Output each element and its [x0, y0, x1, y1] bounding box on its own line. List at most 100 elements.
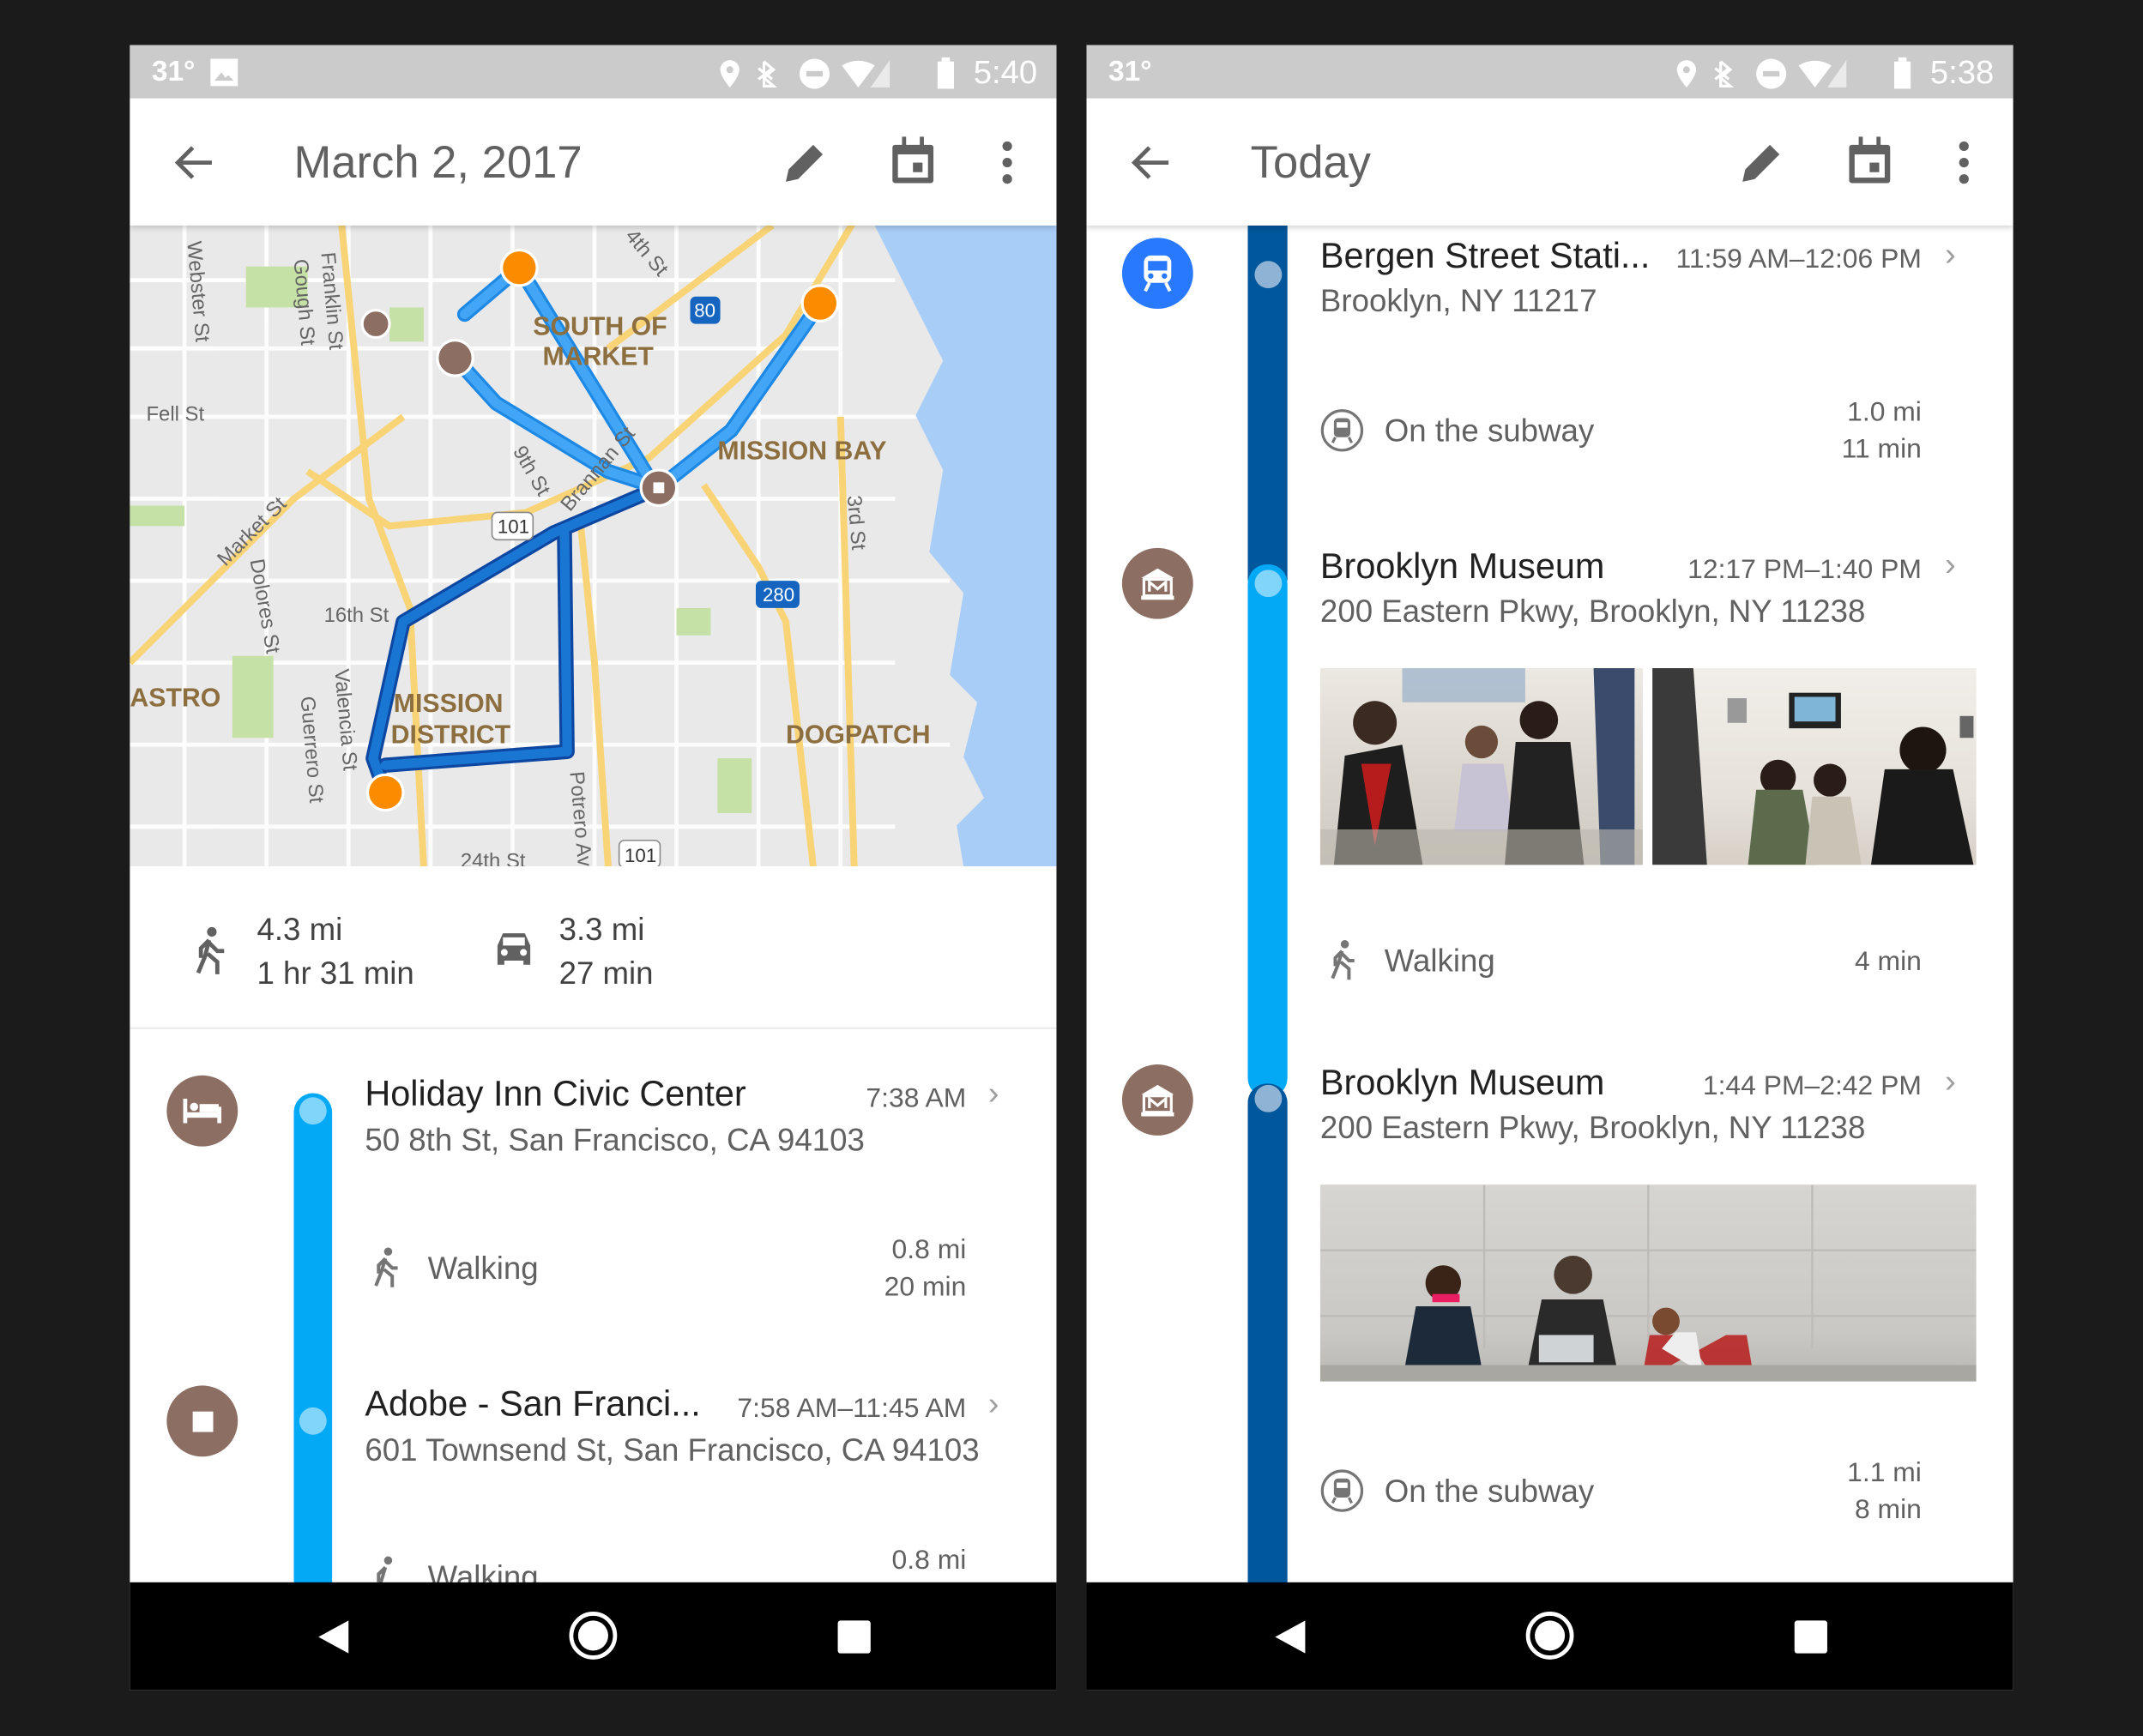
chevron-right-icon[interactable]: ›: [1945, 546, 1956, 585]
place-title: Adobe - San Franci...: [365, 1383, 701, 1425]
svg-text:80: 80: [694, 300, 715, 322]
timeline-dot: [1254, 570, 1283, 598]
map-area-label: ASTRO: [130, 684, 220, 713]
nav-back-icon[interactable]: [1272, 1618, 1307, 1656]
walking-icon: [196, 926, 225, 974]
status-icons: [1676, 58, 1847, 89]
clock: 5:38: [1929, 54, 1995, 92]
chevron-right-icon[interactable]: ›: [1945, 237, 1956, 275]
walk-distance: 4.3 mi: [257, 911, 343, 948]
map-area-label: MISSION BAY: [717, 437, 886, 465]
map-area-label: DOGPATCH: [786, 721, 931, 750]
nav-bar: [130, 1582, 1057, 1691]
hotel-icon: [166, 1075, 238, 1147]
move-label: Walking: [1384, 943, 1495, 979]
museum-icon: [1121, 547, 1193, 619]
nav-home-icon[interactable]: [567, 1610, 619, 1662]
walking-icon: [1331, 940, 1355, 980]
map-area-label: MISSION: [394, 690, 504, 718]
pencil-icon[interactable]: [782, 139, 828, 185]
move-duration: 8 min: [1854, 1494, 1922, 1525]
drive-distance: 3.3 mi: [558, 911, 645, 948]
calendar-icon[interactable]: [890, 136, 936, 185]
car-icon: [497, 933, 531, 965]
stop-icon: [166, 1385, 238, 1457]
timeline-bar: [293, 1093, 333, 1640]
map-area-label: MARKET: [542, 342, 654, 371]
move-distance: 0.8 mi: [891, 1545, 967, 1576]
timeline-dot: [299, 1407, 327, 1435]
move-duration: 4 min: [1854, 947, 1922, 978]
route-map[interactable]: SOUTH OF MARKET MISSION BAY MISSION DIST…: [130, 225, 1057, 867]
battery-icon: [937, 57, 954, 89]
timeline-bar-subway: [1247, 1083, 1288, 1631]
street-label: Fell St: [146, 403, 204, 426]
timeline-bar-walking: [1247, 564, 1288, 1098]
svg-text:101: 101: [498, 515, 529, 537]
app-bar: March 2, 2017: [130, 98, 1057, 226]
weather-temp: 31°: [151, 56, 196, 87]
nav-back-icon[interactable]: [316, 1618, 351, 1656]
place-address: 200 Eastern Pkwy, Brooklyn, NY 11238: [1319, 593, 1866, 629]
street-label: 16th St: [324, 604, 389, 627]
move-distance: 1.0 mi: [1847, 397, 1922, 428]
subway-icon: [1320, 1469, 1364, 1512]
place-address: Brooklyn, NY 11217: [1319, 282, 1597, 319]
walking-icon: [374, 1247, 398, 1287]
place-title: Bergen Street Stati...: [1319, 235, 1651, 276]
place-address: 200 Eastern Pkwy, Brooklyn, NY 11238: [1319, 1109, 1866, 1146]
move-duration: 11 min: [1841, 434, 1922, 465]
nav-bar: [1086, 1582, 2013, 1691]
nav-recents-icon[interactable]: [1793, 1619, 1828, 1655]
timeline-dot: [1254, 261, 1283, 289]
drive-time: 27 min: [558, 955, 654, 991]
chevron-right-icon[interactable]: ›: [988, 1385, 999, 1424]
place-time: 7:38 AM: [866, 1083, 967, 1114]
more-vert-icon[interactable]: [999, 139, 1016, 185]
place-title: Brooklyn Museum: [1319, 545, 1605, 587]
clock: 5:40: [973, 54, 1038, 92]
photo-thumbnail[interactable]: [1319, 668, 1643, 865]
street-label: 3rd St: [842, 494, 870, 551]
photo-thumbnail[interactable]: [1319, 1184, 1977, 1382]
svg-text:280: 280: [763, 584, 794, 606]
app-bar: Today: [1086, 98, 2013, 226]
museum-icon: [1121, 1064, 1193, 1136]
status-icons: [720, 58, 890, 89]
map-area-label: DISTRICT: [391, 721, 511, 750]
image-icon: [210, 58, 238, 87]
more-vert-icon[interactable]: [1956, 139, 1972, 185]
calendar-icon[interactable]: [1846, 136, 1892, 185]
photo-thumbnail[interactable]: [1652, 668, 1977, 865]
map-area-label: SOUTH OF: [533, 312, 667, 341]
walk-time: 1 hr 31 min: [257, 955, 414, 991]
place-title: Holiday Inn Civic Center: [365, 1072, 746, 1114]
street-label: 24th St: [461, 850, 526, 866]
place-time: 1:44 PM–2:42 PM: [1702, 1070, 1922, 1102]
move-label: Walking: [427, 1250, 539, 1287]
status-bar: 31° 5:40: [130, 45, 1057, 99]
nav-recents-icon[interactable]: [836, 1619, 872, 1655]
move-duration: 20 min: [884, 1272, 967, 1303]
move-distance: 1.1 mi: [1847, 1457, 1922, 1488]
nav-home-icon[interactable]: [1524, 1610, 1576, 1662]
chevron-right-icon[interactable]: ›: [1945, 1063, 1956, 1101]
back-arrow-icon[interactable]: [173, 143, 214, 182]
place-time: 12:17 PM–1:40 PM: [1687, 554, 1922, 585]
place-time: 7:58 AM–11:45 AM: [737, 1393, 967, 1425]
place-title: Brooklyn Museum: [1319, 1061, 1605, 1103]
phone-left: 31° 5:40 March 2, 2017 SOUTH OF MARKET M…: [130, 45, 1057, 1691]
place-address: 601 Townsend St, San Francisco, CA 94103: [365, 1432, 980, 1468]
move-label: On the subway: [1384, 1473, 1595, 1509]
pencil-icon[interactable]: [1738, 139, 1784, 185]
subway-icon: [1320, 409, 1364, 452]
trip-summary: 4.3 mi 1 hr 31 min 3.3 mi 27 min: [130, 866, 1057, 1029]
back-arrow-icon[interactable]: [1130, 143, 1171, 182]
chevron-right-icon[interactable]: ›: [988, 1076, 999, 1114]
phone-right: 31° 5:38 Today Bergen Street Stati... 11…: [1086, 45, 2013, 1691]
move-label: On the subway: [1384, 413, 1595, 449]
status-bar: 31° 5:38: [1086, 45, 2013, 99]
page-title: Today: [1250, 136, 1371, 188]
weather-temp: 31°: [1108, 56, 1152, 87]
place-address: 50 8th St, San Francisco, CA 94103: [365, 1121, 865, 1158]
